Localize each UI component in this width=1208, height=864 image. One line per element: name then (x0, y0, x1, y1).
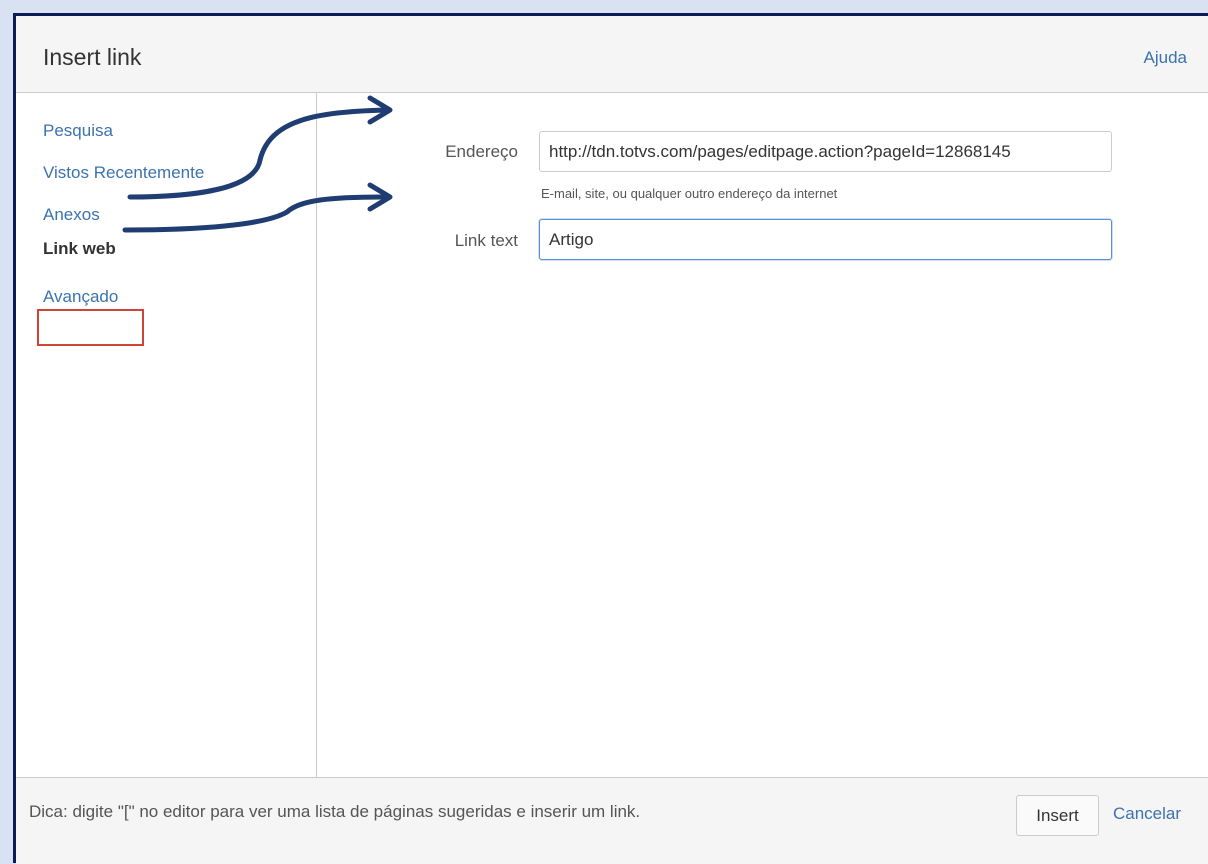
address-label: Endereço (445, 142, 518, 161)
link-text-input[interactable] (539, 219, 1112, 260)
cancel-link[interactable]: Cancelar (1113, 804, 1181, 824)
link-type-sidebar: Pesquisa Vistos Recentemente Anexos Link… (16, 93, 317, 777)
selected-item-highlight-box (37, 309, 144, 346)
sidebar-item-pesquisa[interactable]: Pesquisa (43, 121, 113, 141)
insert-button[interactable]: Insert (1016, 795, 1099, 836)
sidebar-item-link-web[interactable]: Link web (43, 239, 116, 259)
link-text-label: Link text (454, 231, 518, 250)
sidebar-item-avancado[interactable]: Avançado (43, 287, 118, 307)
dialog-header: Insert link Ajuda (16, 16, 1208, 93)
sidebar-item-vistos-recentemente[interactable]: Vistos Recentemente (43, 163, 204, 183)
insert-link-dialog: Insert link Ajuda Pesquisa Vistos Recent… (13, 13, 1208, 864)
footer-tip: Dica: digite "[" no editor para ver uma … (29, 802, 641, 821)
sidebar-item-anexos[interactable]: Anexos (43, 205, 100, 225)
dialog-title: Insert link (43, 44, 142, 70)
help-link[interactable]: Ajuda (1144, 48, 1187, 68)
dialog-footer: Dica: digite "[" no editor para ver uma … (16, 777, 1208, 864)
address-hint: E-mail, site, ou qualquer outro endereço… (541, 186, 838, 201)
address-input[interactable] (539, 131, 1112, 172)
